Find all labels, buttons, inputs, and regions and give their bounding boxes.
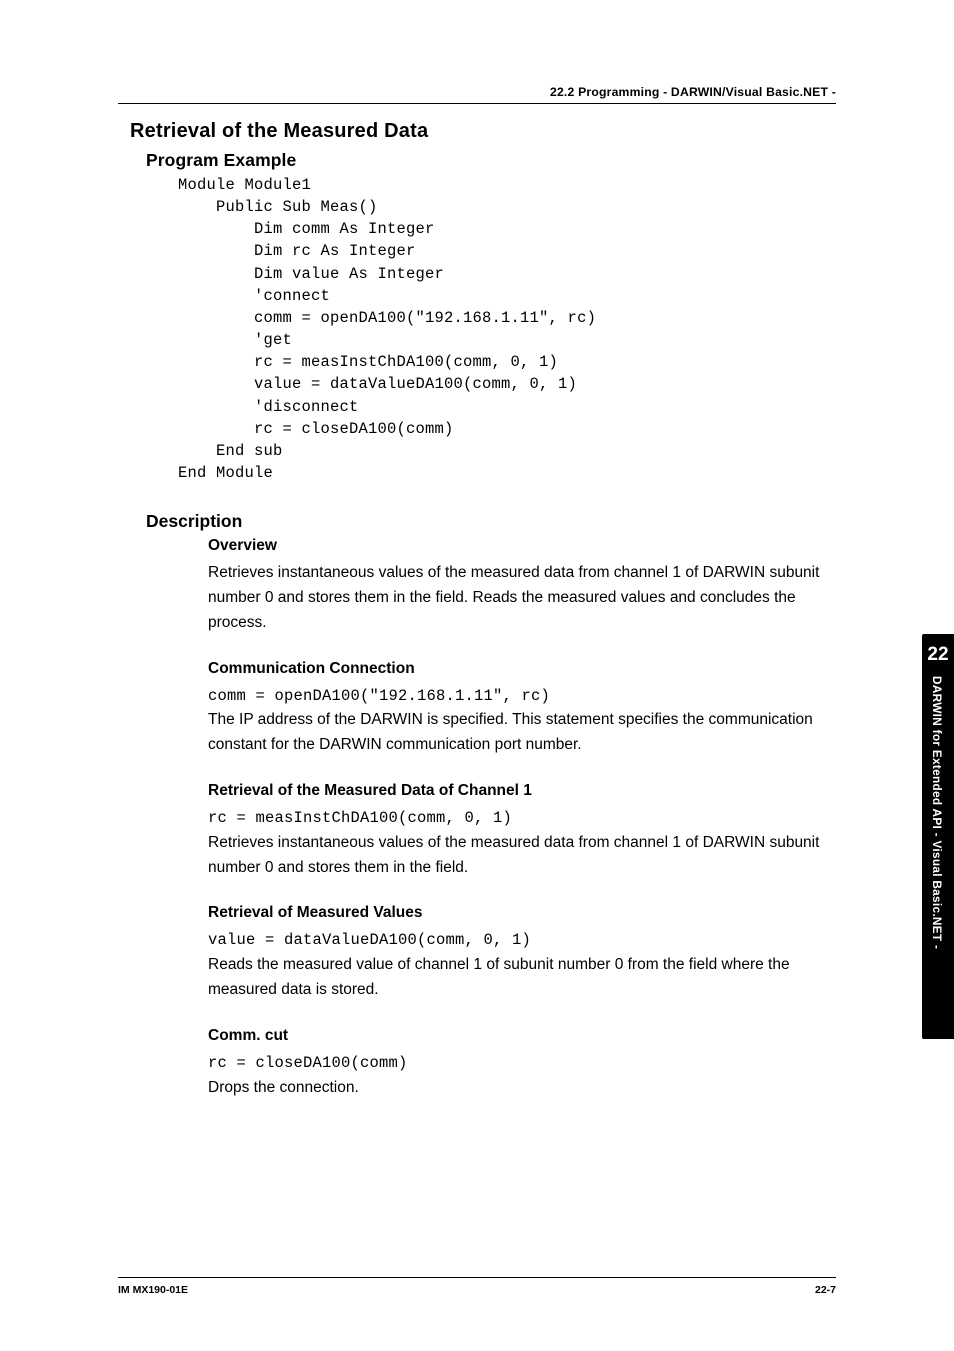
footer-divider <box>118 1277 836 1278</box>
retrieval-values-code: value = dataValueDA100(comm, 0, 1) <box>208 928 836 953</box>
overview-text: Retrieves instantaneous values of the me… <box>208 561 836 635</box>
comm-conn-heading: Communication Connection <box>208 660 836 678</box>
retrieval-ch1-text: Retrieves instantaneous values of the me… <box>208 831 836 881</box>
retrieval-values-text: Reads the measured value of channel 1 of… <box>208 953 836 1003</box>
comm-cut-text: Drops the connection. <box>208 1076 836 1101</box>
chapter-tab-number: 22 <box>922 634 954 666</box>
comm-cut-code: rc = closeDA100(comm) <box>208 1051 836 1076</box>
description-heading: Description <box>146 511 836 532</box>
comm-cut-heading: Comm. cut <box>208 1027 836 1045</box>
header-section-label: 22.2 Programming - DARWIN/Visual Basic.N… <box>118 85 836 103</box>
overview-section: Overview Retrieves instantaneous values … <box>118 537 836 635</box>
comm-cut-section: Comm. cut rc = closeDA100(comm) Drops th… <box>118 1027 836 1101</box>
program-example-heading: Program Example <box>146 150 836 171</box>
retrieval-ch1-code: rc = measInstChDA100(comm, 0, 1) <box>208 806 836 831</box>
header-divider <box>118 103 836 104</box>
chapter-tab: 22 DARWIN for Extended API - Visual Basi… <box>922 634 954 1039</box>
retrieval-values-heading: Retrieval of Measured Values <box>208 904 836 922</box>
page-content: 22.2 Programming - DARWIN/Visual Basic.N… <box>0 0 954 1100</box>
footer-right: 22-7 <box>815 1284 836 1296</box>
overview-heading: Overview <box>208 537 836 555</box>
page-title: Retrieval of the Measured Data <box>130 120 836 143</box>
retrieval-ch1-section: Retrieval of the Measured Data of Channe… <box>118 782 836 880</box>
retrieval-values-section: Retrieval of Measured Values value = dat… <box>118 904 836 1002</box>
comm-conn-code: comm = openDA100("192.168.1.11", rc) <box>208 684 836 709</box>
footer-row: IM MX190-01E 22-7 <box>118 1284 836 1296</box>
page-footer: IM MX190-01E 22-7 <box>118 1277 836 1296</box>
chapter-tab-text: DARWIN for Extended API - Visual Basic.N… <box>930 676 944 949</box>
comm-conn-section: Communication Connection comm = openDA10… <box>118 660 836 758</box>
footer-left: IM MX190-01E <box>118 1284 188 1296</box>
retrieval-ch1-heading: Retrieval of the Measured Data of Channe… <box>208 782 836 800</box>
program-example-code: Module Module1 Public Sub Meas() Dim com… <box>178 174 836 484</box>
comm-conn-text: The IP address of the DARWIN is specifie… <box>208 708 836 758</box>
